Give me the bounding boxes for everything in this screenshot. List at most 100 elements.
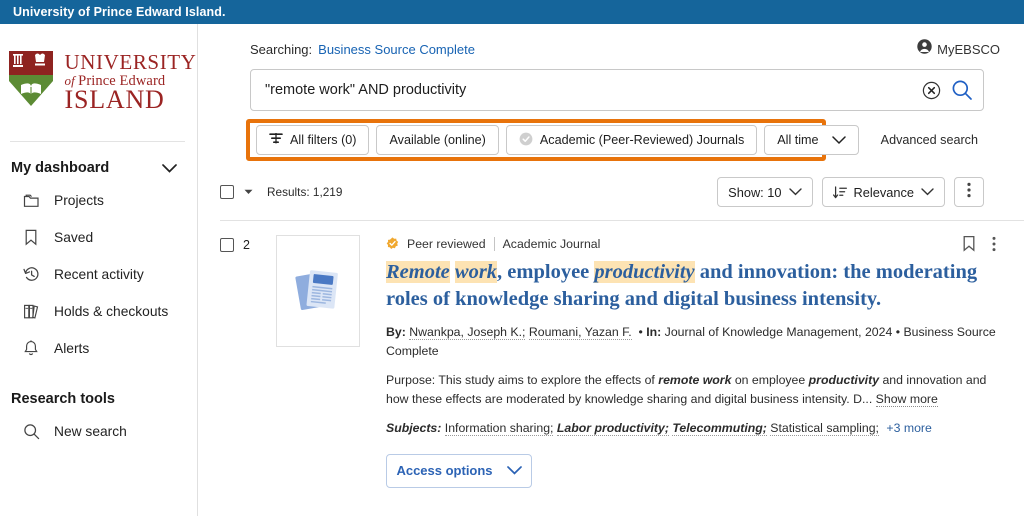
access-options-label: Access options <box>396 463 493 479</box>
select-all-checkbox[interactable] <box>220 185 234 199</box>
sidebar-item-label: Recent activity <box>54 267 144 282</box>
results-more-options-button[interactable] <box>954 177 984 207</box>
result-select-column: 2 <box>220 235 276 488</box>
by-label: By: <box>386 325 406 340</box>
bell-icon <box>22 340 40 358</box>
books-icon <box>22 303 40 321</box>
kebab-icon[interactable] <box>992 236 996 252</box>
abstract-part: on employee <box>731 372 809 387</box>
search-box[interactable] <box>250 69 984 111</box>
logo-line-1: UNIVERSITY <box>64 49 197 74</box>
chevron-down-icon <box>506 466 522 475</box>
result-item: 2 Peer reviewed Academic Journal Remote … <box>198 221 1024 488</box>
result-badges: Peer reviewed Academic Journal <box>386 235 996 252</box>
bookmark-icon[interactable] <box>962 235 976 252</box>
search-submit-icon[interactable] <box>951 79 973 101</box>
show-per-page-dropdown[interactable]: Show: 10 <box>717 177 813 207</box>
sidebar-item-saved[interactable]: Saved <box>0 219 197 256</box>
result-abstract: Purpose: This study aims to explore the … <box>386 371 996 408</box>
show-more-link[interactable]: Show more <box>875 391 938 407</box>
result-checkbox[interactable] <box>220 238 234 252</box>
clear-circle-icon[interactable] <box>922 81 941 100</box>
filter-icon <box>269 132 283 148</box>
institution-banner: University of Prince Edward Island. <box>0 0 1024 24</box>
subject-link[interactable]: Labor productivity; <box>556 421 669 437</box>
sidebar-item-label: Projects <box>54 193 104 208</box>
title-part: Remote <box>386 261 450 283</box>
abstract-part: Purpose: This study aims to explore the … <box>386 372 659 387</box>
chevron-down-icon <box>921 188 934 196</box>
chip-label: All filters (0) <box>290 133 357 147</box>
citation-bullet-2: • <box>895 325 901 340</box>
search-icon <box>22 423 40 441</box>
all-filters-button[interactable]: All filters (0) <box>256 125 370 155</box>
access-options-button[interactable]: Access options <box>386 453 532 488</box>
dashboard-section-header[interactable]: My dashboard <box>0 142 197 182</box>
result-thumbnail[interactable] <box>276 235 360 347</box>
date-range-filter[interactable]: All time <box>764 125 859 155</box>
chip-label: Academic (Peer-Reviewed) Journals <box>539 133 745 147</box>
title-part: , employee <box>497 261 595 283</box>
research-tools-title: Research tools <box>11 391 115 407</box>
folder-icon <box>22 192 40 210</box>
sidebar-item-new-search[interactable]: New search <box>0 413 197 450</box>
sidebar-item-label: Holds & checkouts <box>54 304 169 319</box>
advanced-search-link[interactable]: Advanced search <box>881 133 980 147</box>
sidebar-item-label: New search <box>54 424 127 439</box>
institution-name: University of Prince Edward Island. <box>13 5 226 19</box>
source-type-label: Academic Journal <box>502 236 601 251</box>
sidebar-item-alerts[interactable]: Alerts <box>0 330 197 367</box>
dashboard-title: My dashboard <box>11 160 110 176</box>
check-circle-icon <box>519 132 533 149</box>
sidebar-item-label: Alerts <box>54 341 90 356</box>
badge-separator <box>493 236 495 251</box>
sidebar-item-recent-activity[interactable]: Recent activity <box>0 256 197 293</box>
chevron-down-icon <box>831 135 846 145</box>
chip-label: All time <box>777 133 819 147</box>
main-content: Searching: Business Source Complete MyEB… <box>198 24 1024 516</box>
subject-link[interactable]: Telecommuting; <box>672 421 767 437</box>
chip-label: Available (online) <box>389 133 486 147</box>
results-toolbar: Results: 1,219 Show: 10 Relevance <box>198 161 1024 207</box>
sidebar-item-label: Saved <box>54 230 94 245</box>
subjects-label: Subjects: <box>386 421 442 436</box>
bookmark-icon <box>22 229 40 247</box>
myebsco-label: MyEBSCO <box>937 41 1000 57</box>
select-all-dropdown-icon[interactable] <box>244 189 253 195</box>
author-link[interactable]: Roumani, Yazan F. <box>528 325 632 341</box>
database-link[interactable]: Business Source Complete <box>318 42 475 57</box>
citation-bullet: • <box>635 325 643 340</box>
sidebar: UNIVERSITY of Prince Edward ISLAND My da… <box>0 24 198 516</box>
result-title[interactable]: Remote work, employee productivity and i… <box>386 259 996 313</box>
subject-link[interactable]: Statistical sampling; <box>770 421 879 437</box>
search-input[interactable] <box>265 82 922 98</box>
available-online-filter[interactable]: Available (online) <box>376 125 499 155</box>
subjects-more-link[interactable]: +3 more <box>886 421 931 435</box>
search-area <box>198 59 1024 111</box>
subject-link[interactable]: Information sharing; <box>444 421 554 437</box>
sort-label: Relevance <box>853 184 914 200</box>
myebsco-button[interactable]: MyEBSCO <box>917 39 1000 59</box>
filter-zone: All filters (0) Available (online) Acade… <box>246 119 984 161</box>
documents-thumbnail-icon <box>290 261 346 322</box>
academic-journals-filter[interactable]: Academic (Peer-Reviewed) Journals <box>505 125 758 155</box>
sort-icon <box>832 185 847 199</box>
result-number: 2 <box>243 238 250 252</box>
searching-label: Searching: <box>250 41 313 57</box>
abstract-part: productivity <box>808 372 880 387</box>
sidebar-item-holds-checkouts[interactable]: Holds & checkouts <box>0 293 197 330</box>
sidebar-item-projects[interactable]: Projects <box>0 182 197 219</box>
abstract-part: remote work <box>658 372 732 387</box>
history-icon <box>22 266 40 284</box>
results-count: Results: 1,219 <box>267 185 343 199</box>
searching-row: Searching: Business Source Complete MyEB… <box>198 24 1024 59</box>
sort-dropdown[interactable]: Relevance <box>821 177 945 207</box>
result-body: Peer reviewed Academic Journal Remote wo… <box>386 235 996 488</box>
show-label: Show: 10 <box>728 184 782 200</box>
author-link[interactable]: Nwankpa, Joseph K.; <box>409 325 526 341</box>
journal-name: Journal of Knowledge Management, 2024 <box>664 325 893 340</box>
result-subjects: Subjects: Information sharing; Labor pro… <box>386 419 996 437</box>
crest-icon <box>5 49 57 116</box>
result-citation: By: Nwankpa, Joseph K.; Roumani, Yazan F… <box>386 323 996 360</box>
university-logo[interactable]: UNIVERSITY of Prince Edward ISLAND <box>0 24 197 141</box>
